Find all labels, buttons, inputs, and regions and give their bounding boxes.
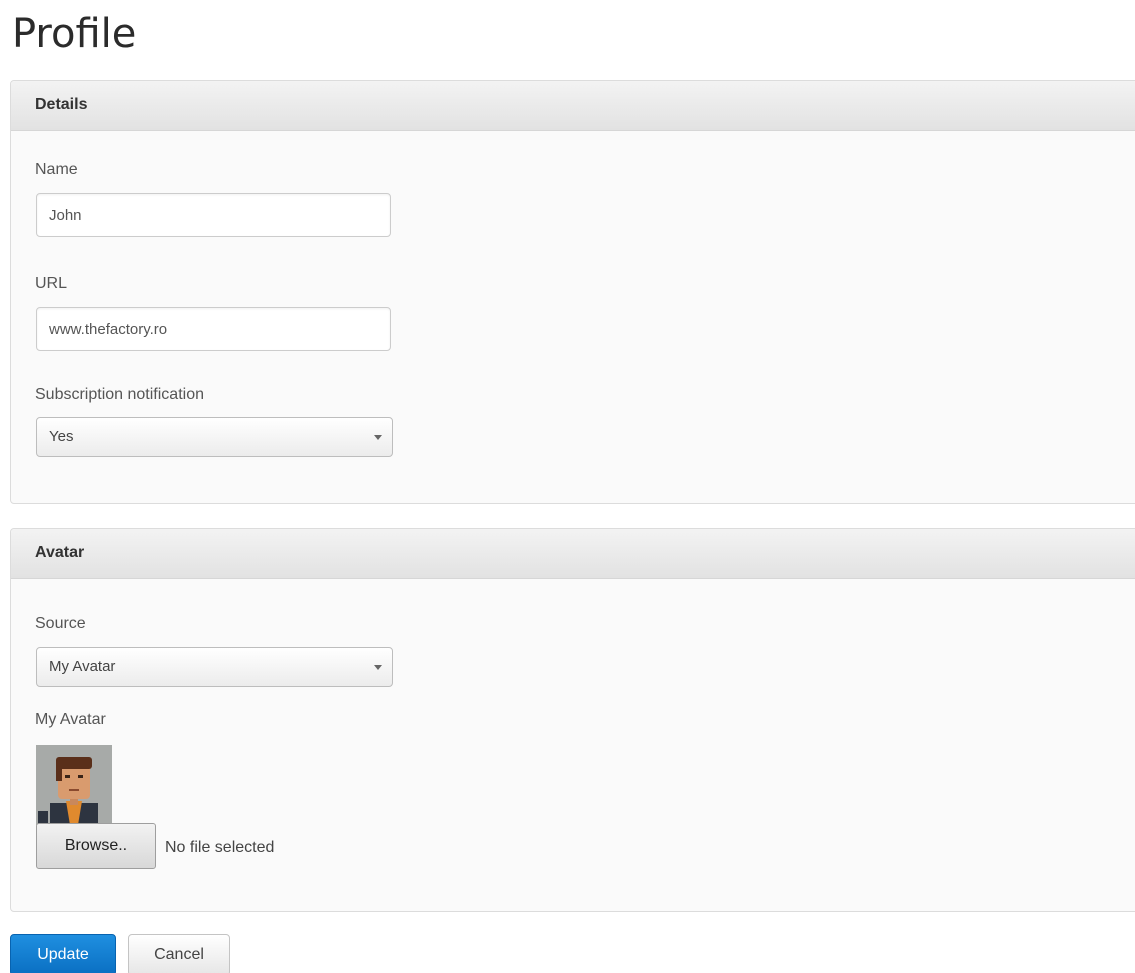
avatar-source-value: My Avatar xyxy=(49,658,116,675)
my-avatar-label: My Avatar xyxy=(35,711,106,728)
url-label: URL xyxy=(35,275,68,292)
subscription-notification-label: Subscription notification xyxy=(35,386,204,403)
subscription-notification-value: Yes xyxy=(49,428,74,445)
cancel-button[interactable]: Cancel xyxy=(128,934,230,973)
avatar-person-icon xyxy=(36,745,112,825)
file-status-text: No file selected xyxy=(165,839,275,856)
details-panel-header: Details xyxy=(11,81,1135,131)
avatar-source-select[interactable]: My Avatar xyxy=(36,647,393,687)
browse-button[interactable]: Browse.. xyxy=(36,823,156,869)
source-label: Source xyxy=(35,615,86,632)
avatar-panel-header: Avatar xyxy=(11,529,1135,579)
subscription-notification-select[interactable]: Yes xyxy=(36,417,393,457)
page-title: Profile xyxy=(12,11,137,57)
caret-down-icon xyxy=(374,435,382,440)
name-label: Name xyxy=(35,161,78,178)
caret-down-icon xyxy=(374,665,382,670)
profile-page: Profile Details Name URL Subscription no… xyxy=(0,0,1135,973)
details-panel: Details Name URL Subscription notificati… xyxy=(10,80,1135,504)
avatar-panel: Avatar Source My Avatar My Avatar Browse… xyxy=(10,528,1135,912)
update-button[interactable]: Update xyxy=(10,934,116,973)
url-input[interactable] xyxy=(36,307,391,351)
avatar-image xyxy=(36,745,112,825)
name-input[interactable] xyxy=(36,193,391,237)
